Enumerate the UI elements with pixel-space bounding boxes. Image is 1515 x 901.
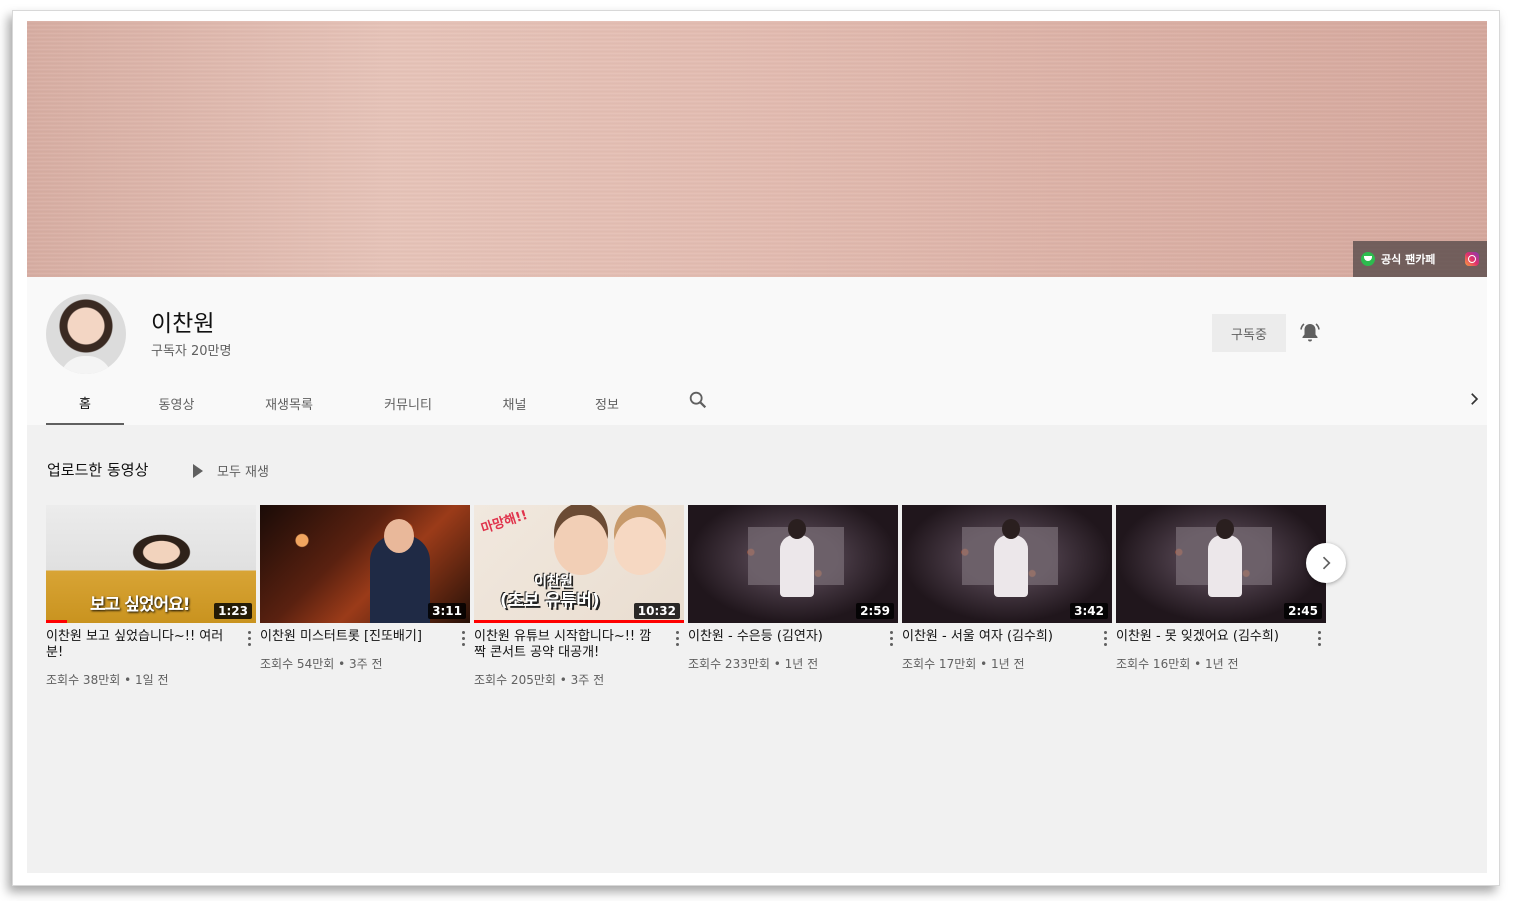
video-thumbnail[interactable]: 2:45 bbox=[1116, 505, 1326, 623]
video-card[interactable]: 마망해!! 이찬원 (초보 유튜버) 10:32 이찬원 유튜브 시작합니다~!… bbox=[474, 505, 684, 687]
video-thumbnail[interactable]: 보고 싶었어요! 1:23 bbox=[46, 505, 256, 623]
video-card[interactable]: 보고 싶었어요! 1:23 이찬원 보고 싶었습니다~!! 여러분! 조회수 3… bbox=[46, 505, 256, 687]
channel-name: 이찬원 bbox=[151, 311, 215, 337]
search-icon[interactable] bbox=[687, 389, 709, 411]
video-title[interactable]: 이찬원 보고 싶었습니다~!! 여러분! bbox=[46, 629, 230, 661]
video-thumbnail[interactable]: 2:59 bbox=[688, 505, 898, 623]
thumbnail-caption: 보고 싶었어요! bbox=[90, 595, 191, 615]
video-duration: 2:59 bbox=[856, 603, 894, 619]
channel-page: 공식 팬카페 이찬원 구독자 20만명 구독중 홈 동영상 재생목록 커뮤니티 … bbox=[27, 21, 1487, 873]
video-meta: 조회수 16만회 • 1년 전 bbox=[1116, 657, 1239, 671]
tab-community[interactable]: 커뮤니티 bbox=[349, 381, 467, 425]
video-duration: 1:23 bbox=[214, 603, 252, 619]
video-thumbnail[interactable]: 3:42 bbox=[902, 505, 1112, 623]
play-all-button[interactable]: 모두 재생 bbox=[193, 461, 269, 480]
video-duration: 3:11 bbox=[428, 603, 466, 619]
video-card[interactable]: 3:42 이찬원 - 서울 여자 (김수희) 조회수 17만회 • 1년 전 bbox=[902, 505, 1112, 671]
video-title[interactable]: 이찬원 - 수은등 (김연자) bbox=[688, 629, 872, 645]
more-options-icon[interactable] bbox=[462, 631, 466, 649]
chevron-right-icon[interactable] bbox=[1465, 390, 1483, 408]
play-icon bbox=[193, 463, 203, 478]
video-thumbnail[interactable]: 3:11 bbox=[260, 505, 470, 623]
video-card[interactable]: 2:45 이찬원 - 못 잊겠어요 (김수희) 조회수 16만회 • 1년 전 bbox=[1116, 505, 1326, 671]
video-meta: 조회수 205만회 • 3주 전 bbox=[474, 673, 605, 687]
more-options-icon[interactable] bbox=[890, 631, 894, 649]
thumbnail-caption: (초보 유튜버) bbox=[500, 591, 600, 611]
video-meta: 조회수 233만회 • 1년 전 bbox=[688, 657, 819, 671]
watch-progress bbox=[46, 620, 67, 623]
video-duration: 10:32 bbox=[633, 603, 680, 619]
video-title[interactable]: 이찬원 미스터트롯 [진또배기] bbox=[260, 629, 444, 645]
video-duration: 2:45 bbox=[1284, 603, 1322, 619]
video-meta: 조회수 38만회 • 1일 전 bbox=[46, 673, 169, 687]
avatar[interactable] bbox=[46, 294, 126, 374]
section-title: 업로드한 동영상 bbox=[47, 461, 149, 479]
video-meta: 조회수 54만회 • 3주 전 bbox=[260, 657, 383, 671]
subscribed-button[interactable]: 구독중 bbox=[1212, 314, 1286, 352]
cafe-icon[interactable] bbox=[1361, 252, 1375, 266]
fan-cafe-link[interactable]: 공식 팬카페 bbox=[1381, 251, 1435, 267]
tab-playlists[interactable]: 재생목록 bbox=[229, 381, 349, 425]
channel-header: 이찬원 구독자 20만명 구독중 홈 동영상 재생목록 커뮤니티 채널 정보 bbox=[27, 277, 1487, 425]
tab-channels[interactable]: 채널 bbox=[467, 381, 562, 425]
video-duration: 3:42 bbox=[1070, 603, 1108, 619]
subscriber-count: 구독자 20만명 bbox=[151, 344, 232, 359]
banner-links: 공식 팬카페 bbox=[1353, 241, 1487, 277]
tab-videos[interactable]: 동영상 bbox=[124, 381, 229, 425]
tab-home[interactable]: 홈 bbox=[46, 381, 124, 425]
more-options-icon[interactable] bbox=[248, 631, 252, 649]
video-shelf: 보고 싶었어요! 1:23 이찬원 보고 싶었습니다~!! 여러분! 조회수 3… bbox=[46, 505, 1326, 705]
thumbnail-stamp: 마망해!! bbox=[479, 507, 530, 537]
instagram-icon[interactable] bbox=[1465, 252, 1479, 266]
video-meta: 조회수 17만회 • 1년 전 bbox=[902, 657, 1025, 671]
watch-progress bbox=[474, 620, 684, 623]
video-card[interactable]: 2:59 이찬원 - 수은등 (김연자) 조회수 233만회 • 1년 전 bbox=[688, 505, 898, 671]
video-title[interactable]: 이찬원 - 서울 여자 (김수희) bbox=[902, 629, 1086, 645]
more-options-icon[interactable] bbox=[1104, 631, 1108, 649]
more-options-icon[interactable] bbox=[1318, 631, 1322, 649]
play-all-label: 모두 재생 bbox=[217, 465, 269, 480]
channel-banner: 공식 팬카페 bbox=[27, 21, 1487, 277]
bell-icon[interactable] bbox=[1298, 321, 1322, 345]
channel-tabs: 홈 동영상 재생목록 커뮤니티 채널 정보 bbox=[46, 381, 652, 425]
video-card[interactable]: 3:11 이찬원 미스터트롯 [진또배기] 조회수 54만회 • 3주 전 bbox=[260, 505, 470, 671]
video-thumbnail[interactable]: 마망해!! 이찬원 (초보 유튜버) 10:32 bbox=[474, 505, 684, 623]
more-options-icon[interactable] bbox=[676, 631, 680, 649]
tab-about[interactable]: 정보 bbox=[562, 381, 652, 425]
shelf-next-button[interactable] bbox=[1306, 543, 1346, 583]
video-title[interactable]: 이찬원 - 못 잊겠어요 (김수희) bbox=[1116, 629, 1300, 645]
chevron-right-icon bbox=[1322, 556, 1331, 570]
video-title[interactable]: 이찬원 유튜브 시작합니다~!! 깜짝 콘서트 공약 대공개! bbox=[474, 629, 658, 661]
